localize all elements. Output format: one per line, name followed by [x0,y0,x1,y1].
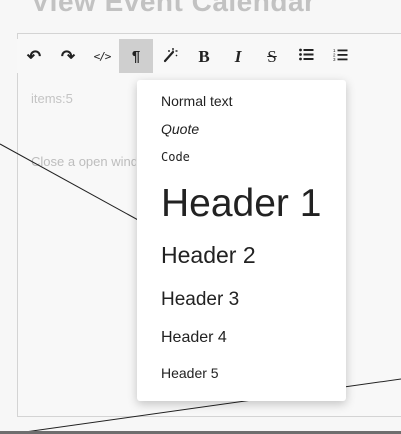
code-icon: </> [93,49,112,63]
menu-item-header-3[interactable]: Header 3 [161,290,239,309]
svg-text:3: 3 [333,57,336,62]
undo-button[interactable]: ↶ [17,39,51,73]
menu-item-normal-text[interactable]: Normal text [161,94,233,108]
paragraph-format-button[interactable]: ¶ [119,39,153,73]
menu-item-code[interactable]: Code [161,151,190,163]
numbered-list-icon: 1 2 3 [333,48,348,65]
redo-button[interactable]: ↷ [51,39,85,73]
bold-button[interactable]: B [187,39,221,73]
paragraph-icon: ¶ [131,47,141,65]
italic-button[interactable]: I [221,39,255,73]
menu-item-header-4[interactable]: Header 4 [161,330,227,346]
menu-item-header-5[interactable]: Header 5 [161,366,219,380]
strikethrough-button[interactable]: S [255,39,289,73]
numbered-list-button[interactable]: 1 2 3 [323,39,357,73]
italic-icon: I [234,46,242,66]
bullet-list-icon [298,48,314,64]
menu-item-header-2[interactable]: Header 2 [161,244,256,267]
editor-toolbar: ↶ ↷ </> ¶ B I S 1 2 3 [17,39,357,73]
items-count-label: items:5 [31,91,73,106]
undo-icon: ↶ [26,46,42,66]
editor-placeholder: Close a open window [31,154,136,169]
page-title: View Event Calendar [31,0,316,17]
code-view-button[interactable]: </> [85,39,119,73]
bullet-list-button[interactable] [289,39,323,73]
editor-panel: View Event Calendar ↶ ↷ </> ¶ B I S 1 2 … [0,0,401,431]
menu-item-quote[interactable]: Quote [161,122,199,136]
clear-format-button[interactable] [153,39,187,73]
menu-item-header-1[interactable]: Header 1 [161,184,321,223]
strikethrough-icon: S [267,46,277,66]
bold-icon: B [198,46,210,66]
redo-icon: ↷ [60,46,76,66]
magic-wand-icon [162,47,178,66]
paragraph-format-menu: Normal text Quote Code Header 1 Header 2… [137,80,346,401]
